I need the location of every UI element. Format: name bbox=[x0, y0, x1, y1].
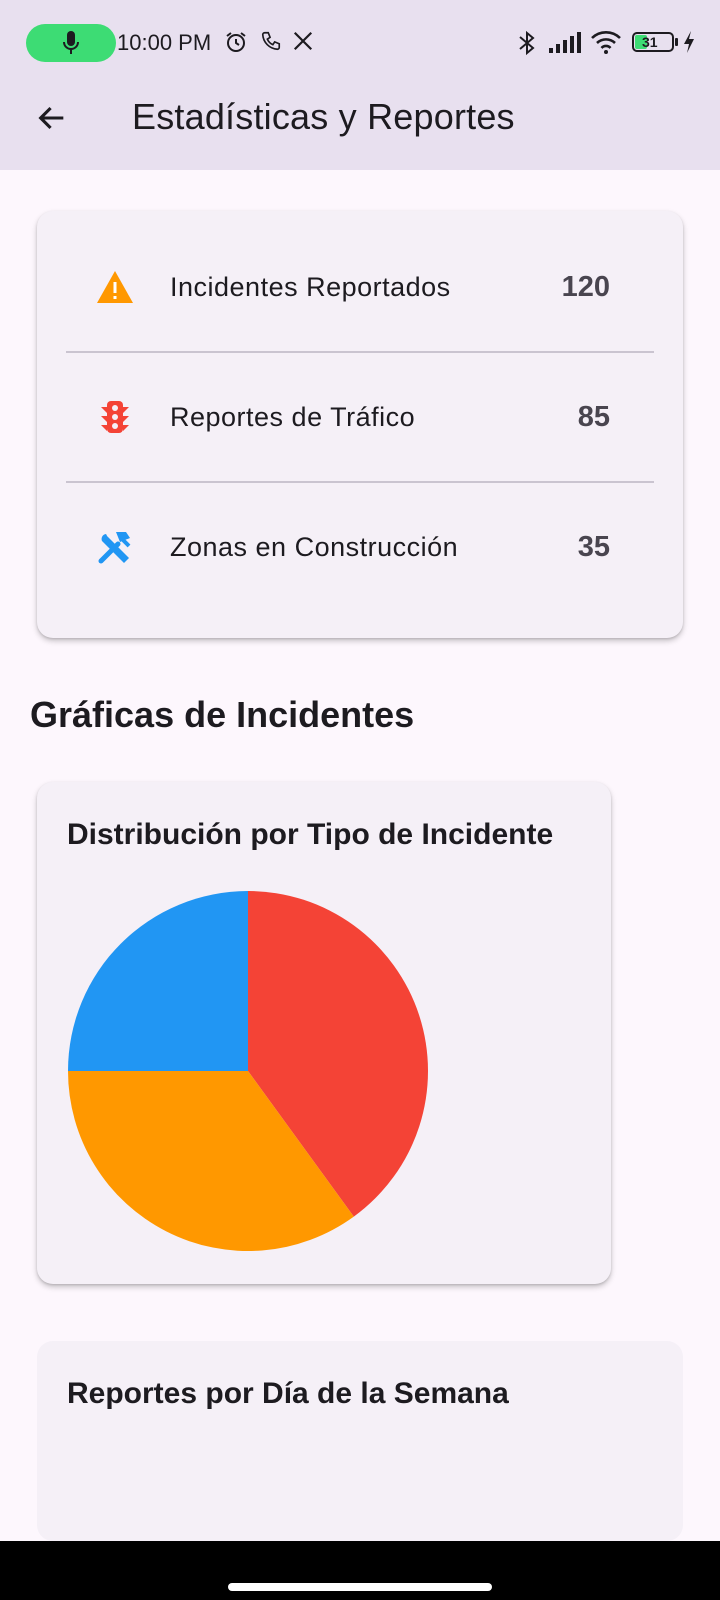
traffic-light-icon bbox=[95, 397, 135, 437]
signal-icon bbox=[549, 32, 581, 53]
stat-label: Incidentes Reportados bbox=[170, 271, 451, 302]
chart-title: Reportes por Día de la Semana bbox=[67, 1377, 509, 1410]
stat-value: 85 bbox=[577, 400, 610, 433]
pie-slice-2[interactable] bbox=[68, 891, 248, 1071]
warning-icon bbox=[95, 267, 135, 307]
mic-icon bbox=[63, 31, 79, 54]
construction-icon bbox=[95, 527, 135, 567]
battery-icon: 31 bbox=[632, 32, 674, 52]
stat-value: 35 bbox=[577, 530, 610, 563]
arrow-back-icon bbox=[38, 106, 64, 130]
stat-value: 120 bbox=[561, 270, 610, 303]
stat-label: Zonas en Construcción bbox=[170, 531, 459, 562]
page-title: Estadísticas y Reportes bbox=[132, 96, 515, 137]
stat-row-construction[interactable]: Zonas en Construcción 35 bbox=[37, 482, 683, 612]
charging-icon bbox=[684, 31, 694, 53]
stat-row-incidents[interactable]: Incidentes Reportados 120 bbox=[37, 222, 683, 352]
x-logo-icon bbox=[293, 31, 313, 51]
chart-title: Distribución por Tipo de Incidente bbox=[67, 818, 554, 851]
system-nav-bar bbox=[0, 1541, 720, 1600]
section-title: Gráficas de Incidentes bbox=[30, 694, 415, 735]
wifi-icon bbox=[591, 31, 621, 54]
status-bar: 10:00 PM 31 bbox=[0, 0, 720, 86]
mic-indicator[interactable] bbox=[26, 24, 116, 62]
pie-chart[interactable] bbox=[65, 888, 431, 1254]
pie-chart-card: Distribución por Tipo de Incidente bbox=[37, 782, 611, 1284]
battery-level: 31 bbox=[642, 34, 658, 50]
status-time: 10:00 PM bbox=[117, 30, 212, 55]
alarm-icon bbox=[226, 32, 246, 52]
back-button[interactable] bbox=[30, 96, 74, 140]
phone-icon bbox=[261, 31, 281, 51]
stats-summary-card: Incidentes Reportados 120 Reportes de Tr… bbox=[37, 211, 683, 638]
bar-chart-card: Reportes por Día de la Semana bbox=[37, 1341, 683, 1541]
stat-row-traffic[interactable]: Reportes de Tráfico 85 bbox=[37, 352, 683, 482]
stat-label: Reportes de Tráfico bbox=[170, 401, 416, 432]
bluetooth-icon bbox=[519, 30, 535, 56]
home-gesture-handle[interactable] bbox=[228, 1583, 492, 1591]
